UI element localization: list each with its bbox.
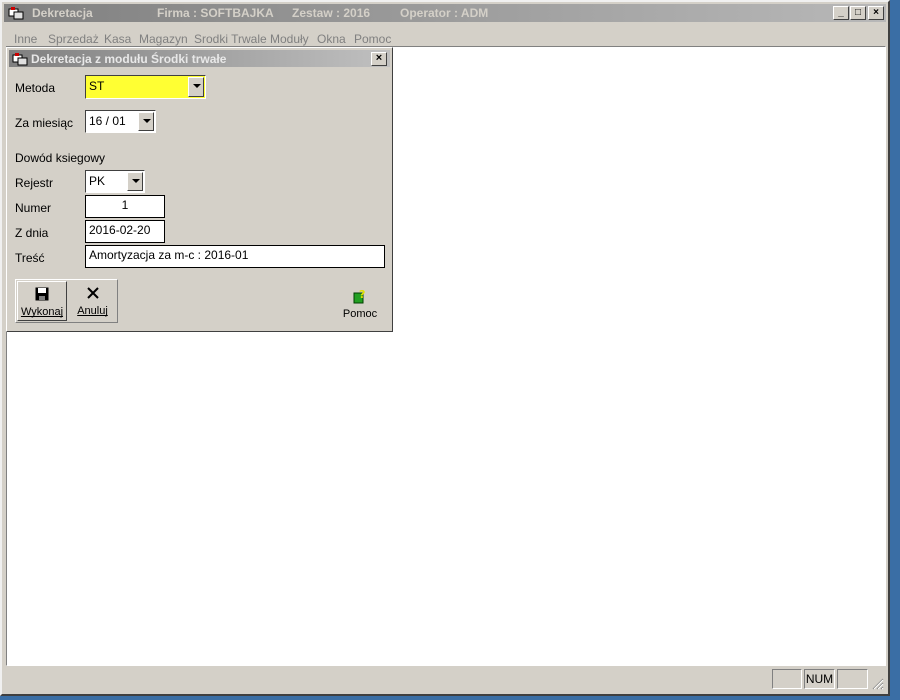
menu-moduly[interactable]: Moduły xyxy=(270,32,309,46)
dekretacja-dialog: Dekretacja z modułu Środki trwałe × Meto… xyxy=(6,47,393,332)
wykonaj-label: Wykonaj xyxy=(20,306,64,318)
status-num: NUM xyxy=(804,669,835,689)
numer-label: Numer xyxy=(15,201,52,215)
menu-kasa[interactable]: Kasa xyxy=(104,32,131,46)
menu-okna[interactable]: Okna xyxy=(317,32,346,46)
zestaw-text: Zestaw : 2016 xyxy=(292,6,371,20)
dialog-close-button[interactable]: × xyxy=(371,52,387,66)
wykonaj-button[interactable]: Wykonaj xyxy=(17,281,67,321)
resize-grip-icon[interactable] xyxy=(870,676,884,690)
pomoc-button[interactable]: ? Pomoc xyxy=(340,286,380,322)
miesiac-label: Za miesiąc xyxy=(15,116,74,130)
miesiac-value: 16 / 01 xyxy=(89,114,126,128)
pomoc-label: Pomoc xyxy=(342,308,378,320)
metoda-value: ST xyxy=(89,79,105,93)
zdnia-field[interactable]: 2016-02-20 xyxy=(85,220,165,243)
status-bar: NUM xyxy=(4,667,886,691)
firma-text: Firma : SOFTBAJKA xyxy=(157,6,274,20)
save-icon xyxy=(18,287,66,303)
tresc-field[interactable]: Amortyzacja za m-c : 2016-01 xyxy=(85,245,385,268)
rejestr-dropdown-arrow-icon[interactable] xyxy=(127,172,143,191)
zdnia-label: Z dnia xyxy=(15,226,49,240)
maximize-button[interactable]: □ xyxy=(850,6,866,20)
window-title: Dekretacja xyxy=(32,6,93,20)
metoda-select[interactable]: ST xyxy=(85,75,206,99)
dialog-title-bar: Dekretacja z modułu Środki trwałe × xyxy=(9,50,390,67)
dialog-icon xyxy=(12,52,28,69)
metoda-label: Metoda xyxy=(15,81,56,95)
menu-inne[interactable]: Inne xyxy=(14,32,37,46)
menu-srodki-trwale[interactable]: Srodki Trwale xyxy=(194,32,267,46)
tresc-label: Treść xyxy=(15,251,45,265)
menu-pomoc[interactable]: Pomoc xyxy=(354,32,391,46)
cancel-x-icon xyxy=(69,286,116,302)
rejestr-label: Rejestr xyxy=(15,176,54,190)
dowod-label: Dowód ksiegowy xyxy=(15,151,106,165)
status-cell-1 xyxy=(772,669,802,689)
menu-sprzedaz[interactable]: Sprzedaż xyxy=(48,32,99,46)
menu-bar: Inne Sprzedaż Kasa Magazyn Srodki Trwale… xyxy=(4,24,886,46)
app-icon xyxy=(8,6,24,23)
rejestr-select[interactable]: PK xyxy=(85,170,145,193)
title-bar: Dekretacja Firma : SOFTBAJKA Zestaw : 20… xyxy=(4,4,886,22)
svg-text:?: ? xyxy=(359,288,365,301)
miesiac-select[interactable]: 16 / 01 xyxy=(85,110,156,133)
close-button[interactable]: × xyxy=(868,6,884,20)
dialog-title: Dekretacja z modułu Środki trwałe xyxy=(31,52,227,66)
miesiac-dropdown-arrow-icon[interactable] xyxy=(138,112,154,131)
numer-field[interactable]: 1 xyxy=(85,195,165,218)
rejestr-value: PK xyxy=(89,174,106,188)
anuluj-label: Anuluj xyxy=(77,305,108,317)
operator-text: Operator : ADM xyxy=(400,6,489,20)
menu-magazyn[interactable]: Magazyn xyxy=(139,32,188,46)
help-book-icon: ? xyxy=(340,288,380,304)
minimize-button[interactable]: _ xyxy=(833,6,849,20)
metoda-dropdown-arrow-icon[interactable] xyxy=(188,77,204,97)
anuluj-button[interactable]: Anuluj xyxy=(69,281,116,321)
status-cell-3 xyxy=(837,669,868,689)
